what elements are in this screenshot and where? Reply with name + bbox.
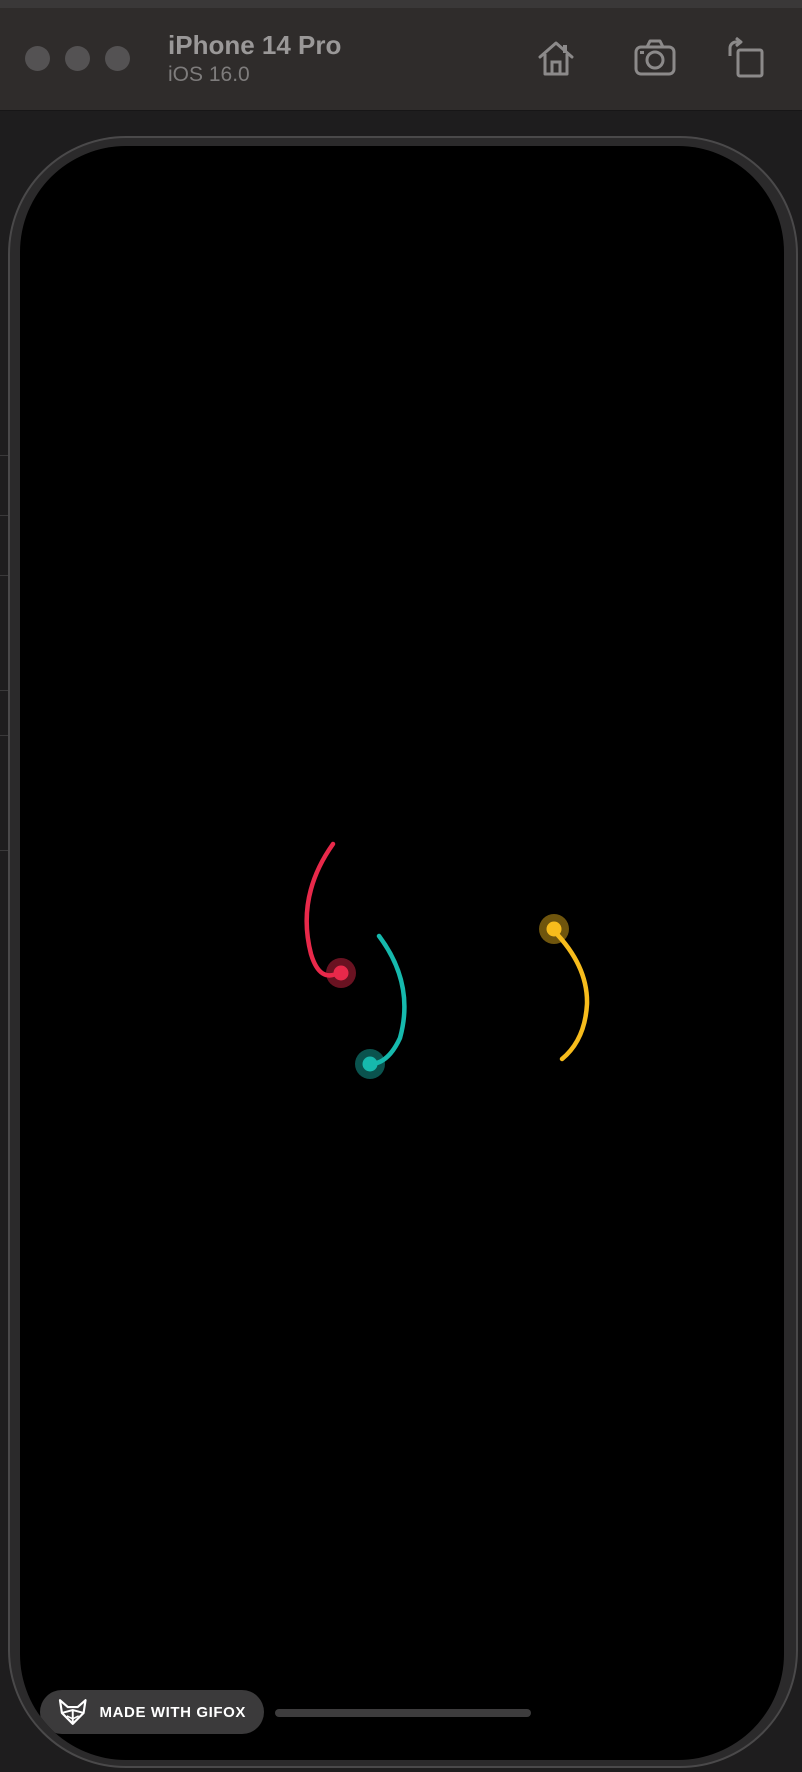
home-indicator[interactable]: [275, 1709, 531, 1717]
iphone-screen[interactable]: MADE WITH GIFOX: [20, 146, 784, 1760]
zoom-window-button[interactable]: [105, 46, 130, 71]
os-version: iOS 16.0: [168, 63, 250, 86]
yellow-loader-dot: [546, 921, 562, 937]
home-icon[interactable]: [534, 36, 578, 80]
title-bar-edge: [0, 0, 802, 8]
red-loader-dot: [333, 965, 349, 981]
fox-icon: [58, 1699, 87, 1725]
screenshot-icon[interactable]: [633, 36, 677, 80]
watermark-text: MADE WITH GIFOX: [99, 1703, 246, 1721]
minimize-window-button[interactable]: [65, 46, 90, 71]
rotate-icon[interactable]: [724, 36, 768, 80]
teal-loader-dot: [362, 1056, 378, 1072]
close-window-button[interactable]: [25, 46, 50, 71]
loading-animation: [304, 841, 590, 1079]
gifox-watermark: MADE WITH GIFOX: [40, 1690, 264, 1734]
red-loader-arc: [304, 841, 343, 978]
device-name: iPhone 14 Pro: [168, 30, 342, 60]
simulator-title-bar: iPhone 14 Pro iOS 16.0: [0, 0, 802, 111]
yellow-loader-arc: [551, 928, 590, 1062]
teal-loader-arc: [367, 933, 407, 1067]
